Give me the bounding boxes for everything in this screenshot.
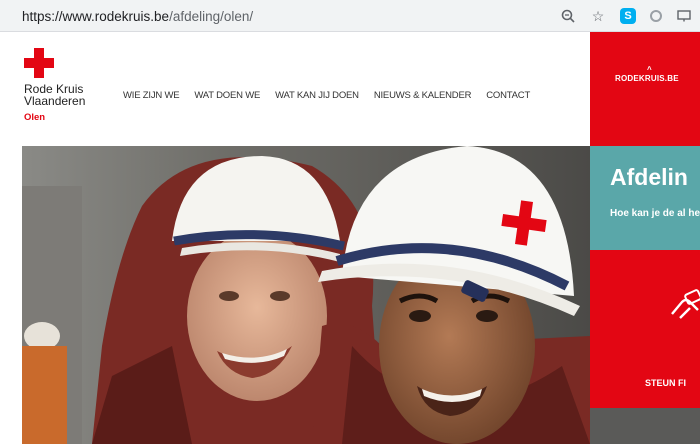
site-header: Rode Kruis Vlaanderen Olen WIE ZIJN WE W… — [22, 32, 590, 146]
grey-panel — [590, 408, 700, 444]
nav-item-contact[interactable]: CONTACT — [486, 90, 530, 101]
zoom-icon[interactable] — [560, 8, 576, 24]
browser-icons: ☆ S — [560, 5, 700, 27]
red-cross-icon — [24, 48, 54, 78]
nav-item-wat-doen-we[interactable]: WAT DOEN WE — [194, 90, 260, 101]
site-logo[interactable]: Rode Kruis Vlaanderen Olen — [24, 48, 85, 123]
star-icon[interactable]: ☆ — [590, 8, 606, 24]
hero-image — [22, 146, 590, 444]
nav-item-wat-kan-jij-doen[interactable]: WAT KAN JIJ DOEN — [275, 90, 359, 101]
rodekruis-link[interactable]: ^ RODEKRUIS.BE — [615, 65, 679, 83]
rodekruis-link-label: RODEKRUIS.BE — [615, 74, 679, 83]
afdeling-subtitle: Hoe kan je de al helpen? — [610, 208, 700, 219]
afdeling-panel[interactable]: Afdelin Hoe kan je de al helpen? — [590, 146, 700, 250]
hero-illustration — [22, 146, 590, 444]
extension-circle-icon[interactable] — [650, 10, 662, 22]
url-path: /afdeling/olen/ — [169, 8, 254, 24]
chevron-up-icon: ^ — [647, 65, 652, 74]
nav-item-nieuws-kalender[interactable]: NIEUWS & KALENDER — [374, 90, 472, 101]
url-host: https://www.rodekruis.be — [22, 8, 170, 24]
nav-item-wie-zijn-we[interactable]: WIE ZIJN WE — [123, 90, 180, 101]
donate-panel[interactable]: STEUN FI — [590, 250, 700, 408]
afdeling-title: Afdelin — [610, 164, 688, 190]
brand-name: Rode Kruis Vlaanderen — [24, 83, 85, 107]
main-nav: WIE ZIJN WE WAT DOEN WE WAT KAN JIJ DOEN… — [123, 90, 530, 101]
rodekruis-link-panel: ^ RODEKRUIS.BE — [590, 32, 700, 146]
address-bar[interactable]: https://www.rodekruis.be/afdeling/olen/ — [22, 4, 542, 28]
skype-icon[interactable]: S — [620, 8, 636, 24]
brand-line-2: Vlaanderen — [24, 94, 86, 108]
cast-icon[interactable] — [676, 8, 692, 24]
branch-name: Olen — [24, 112, 46, 123]
donate-hand-icon — [671, 289, 700, 319]
steun-label: STEUN FI — [645, 378, 687, 388]
browser-toolbar: https://www.rodekruis.be/afdeling/olen/ … — [0, 0, 700, 32]
